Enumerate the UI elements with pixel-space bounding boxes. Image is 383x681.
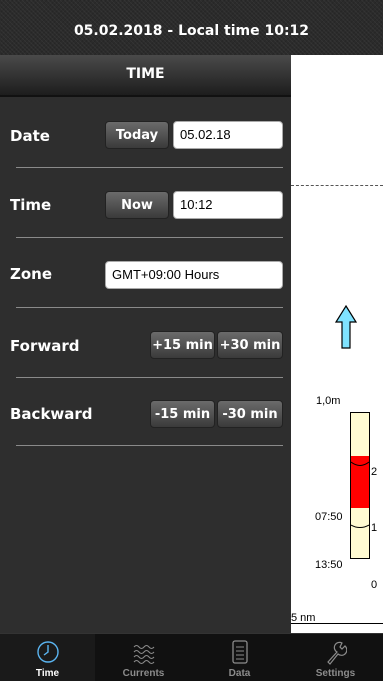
- date-label: Date: [10, 127, 50, 145]
- divider: [16, 237, 283, 238]
- plus-15-min-button[interactable]: +15 min: [150, 331, 215, 359]
- tab-label: Currents: [122, 668, 165, 679]
- tab-label: Time: [35, 668, 60, 679]
- minus-30-min-button[interactable]: -30 min: [217, 400, 283, 428]
- divider: [16, 445, 283, 446]
- tab-label: Settings: [315, 668, 356, 679]
- forward-label: Forward: [10, 337, 80, 355]
- zone-field[interactable]: GMT+09:00 Hours: [105, 261, 283, 289]
- divider: [16, 377, 283, 378]
- gauge-wave-icon: [351, 461, 369, 466]
- page-title: 05.02.2018 - Local time 10:12: [73, 23, 310, 39]
- now-button[interactable]: Now: [105, 191, 169, 219]
- plus-30-min-button[interactable]: +30 min: [217, 331, 283, 359]
- gauge-max-label: 1,0m: [316, 395, 341, 407]
- high-tide-time: 07:50: [315, 511, 343, 523]
- time-label: Time: [10, 196, 52, 214]
- tab-settings[interactable]: Settings: [288, 634, 383, 681]
- tide-gauge: [350, 412, 370, 559]
- current-arrow-icon: [335, 305, 357, 349]
- backward-label: Backward: [10, 405, 93, 423]
- panel-title: TIME: [0, 55, 291, 97]
- title-bar: 05.02.2018 - Local time 10:12: [0, 0, 383, 55]
- low-tide-time: 13:50: [315, 559, 343, 571]
- gauge-tick-1: 1: [371, 522, 378, 534]
- tab-time[interactable]: Time: [0, 634, 95, 681]
- date-field[interactable]: 05.02.18: [173, 121, 283, 149]
- tab-label: Data: [228, 668, 251, 679]
- time-field[interactable]: 10:12: [173, 191, 283, 219]
- divider: [16, 167, 283, 168]
- wrench-icon: [327, 641, 347, 665]
- gauge-tick-0: 0: [371, 579, 378, 591]
- tab-bar: Time Currents Data Settings: [0, 633, 383, 681]
- today-button[interactable]: Today: [105, 121, 169, 149]
- map-view[interactable]: 1,0m 2 1 0 07:50 13:50 5 nm: [291, 55, 383, 633]
- gauge-tick-2: 2: [371, 466, 378, 478]
- divider: [16, 307, 283, 308]
- clock-icon: [37, 641, 59, 663]
- tab-data[interactable]: Data: [192, 634, 287, 681]
- minus-15-min-button[interactable]: -15 min: [150, 400, 215, 428]
- zone-label: Zone: [10, 265, 53, 283]
- scale-bar: [291, 623, 383, 624]
- gauge-wave-icon: [351, 524, 369, 528]
- time-panel: TIME Date Today 05.02.18 Time Now 10:12 …: [0, 55, 291, 633]
- document-icon: [232, 640, 248, 664]
- map-dashed-line: [291, 185, 383, 186]
- tab-currents[interactable]: Currents: [96, 634, 191, 681]
- waves-icon: [133, 645, 155, 664]
